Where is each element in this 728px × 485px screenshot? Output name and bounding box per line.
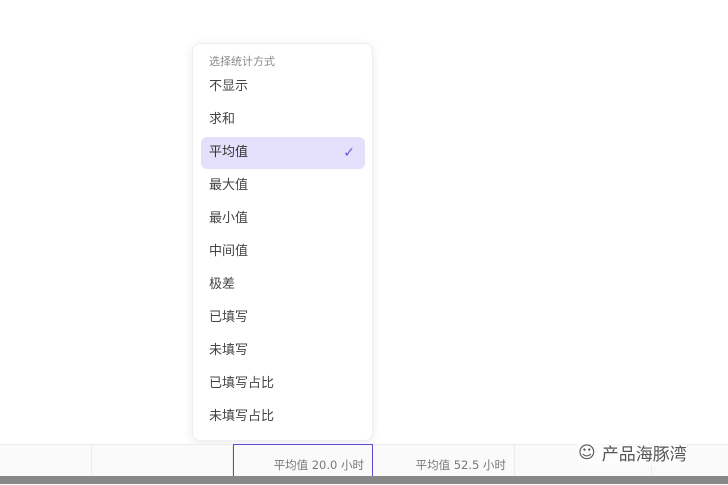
menu-item-sum[interactable]: 求和 xyxy=(201,104,365,136)
menu-item-empty[interactable]: 未填写 xyxy=(201,335,365,367)
menu-item-range[interactable]: 极差 xyxy=(201,269,365,301)
stat-method-dropdown: 选择统计方式 不显示 求和 平均值 ✓ 最大值 最小值 中间值 极差 已填写 未填… xyxy=(192,43,373,441)
wechat-icon: ☺ xyxy=(578,442,596,463)
horizontal-scrollbar[interactable] xyxy=(0,476,728,484)
summary-cell[interactable] xyxy=(92,445,233,477)
menu-item-max[interactable]: 最大值 xyxy=(201,170,365,202)
menu-item-label: 平均值 xyxy=(209,145,249,160)
menu-item-min[interactable]: 最小值 xyxy=(201,203,365,235)
menu-title: 选择统计方式 xyxy=(209,55,275,68)
menu-item-none[interactable]: 不显示 xyxy=(201,71,365,103)
menu-item-median[interactable]: 中间值 xyxy=(201,236,365,268)
menu-item-empty-ratio[interactable]: 未填写占比 xyxy=(201,401,365,433)
menu-item-average[interactable]: 平均值 ✓ xyxy=(201,137,365,169)
summary-cell[interactable] xyxy=(0,445,92,477)
watermark-text: 产品海豚湾 xyxy=(601,445,687,465)
menu-item-filled[interactable]: 已填写 xyxy=(201,302,365,334)
menu-item-filled-ratio[interactable]: 已填写占比 xyxy=(201,368,365,400)
watermark: ☺ 产品海豚湾 xyxy=(578,440,687,465)
summary-cell[interactable]: 平均值 52.5 小时 xyxy=(373,445,515,477)
check-icon: ✓ xyxy=(343,145,355,161)
